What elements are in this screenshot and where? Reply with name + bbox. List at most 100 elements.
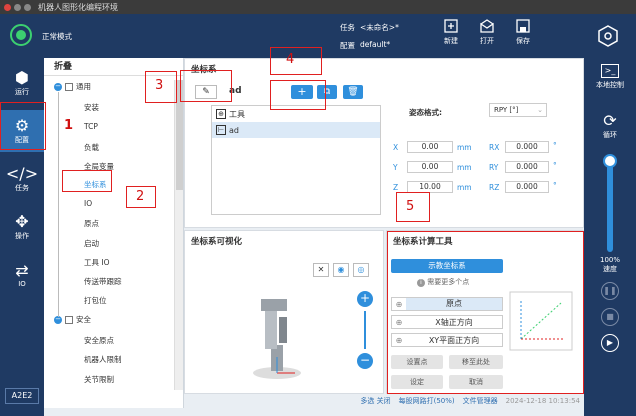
run-icon: ⬢	[15, 68, 29, 87]
frame-axis-icon: ⊢	[216, 125, 226, 135]
save-button[interactable]: 保存	[510, 18, 536, 54]
task-value: <未命名>*	[360, 23, 399, 32]
nav-task-label: 任务	[15, 184, 29, 192]
x-unit: mm	[457, 143, 472, 152]
annotation-number: 4	[286, 52, 295, 67]
rx-input[interactable]: 0.000	[505, 141, 549, 153]
y-input[interactable]: 0.00	[407, 161, 453, 173]
tree-item-robot-limit[interactable]: 机器人限制	[84, 354, 122, 365]
tree-item-pack[interactable]: 打包位	[84, 295, 107, 306]
tool-icon: ⊕	[216, 109, 226, 119]
tree-group-general-label: 通用	[76, 82, 91, 91]
visualization-title: 坐标系可视化	[191, 237, 243, 247]
loop-button[interactable]: ⟳ 循环	[584, 112, 636, 140]
zoom-in-button[interactable]: +	[357, 291, 373, 307]
tree-scrollbar[interactable]	[174, 80, 183, 390]
pose-format-select[interactable]: RPY [°] ⌄	[489, 103, 547, 117]
speed-slider[interactable]	[607, 156, 613, 252]
local-control-button[interactable]: >_ 本地控制	[584, 64, 636, 90]
tree-item-origin[interactable]: 原点	[84, 218, 99, 229]
ry-unit: °	[553, 161, 557, 170]
z-label: Z	[393, 183, 399, 192]
tree-item-payload[interactable]: 负载	[84, 142, 99, 153]
collapse-icon: −	[54, 81, 62, 91]
tree-group-safety[interactable]: − 安全	[54, 314, 91, 325]
nav-task[interactable]: </> 任务	[0, 158, 44, 200]
rz-input[interactable]: 0.000	[505, 181, 549, 193]
x-input[interactable]: 0.00	[407, 141, 453, 153]
speed-label: 速度	[603, 265, 617, 273]
speed-slider-handle[interactable]	[603, 154, 617, 168]
terminal-icon: >_	[601, 64, 619, 78]
nav-run-label: 运行	[15, 88, 29, 96]
rx-label: RX	[489, 143, 500, 152]
annotation-box-frame-item	[62, 170, 112, 192]
tree-item-io[interactable]: IO	[84, 199, 92, 208]
ry-input[interactable]: 0.000	[505, 161, 549, 173]
tool-view-icon: ✕	[317, 265, 325, 274]
mode-label: 正常模式	[42, 32, 72, 41]
tree-item-tool-io[interactable]: 工具 IO	[84, 257, 110, 268]
frame-list-item[interactable]: ⊢ ad	[212, 122, 380, 138]
tree-item-conveyor[interactable]: 传送带跟踪	[84, 276, 122, 287]
pose-format-value: RPY [°]	[494, 106, 519, 114]
minimize-window-icon[interactable]	[14, 3, 21, 11]
view-tool-button[interactable]: ✕	[313, 263, 329, 277]
save-button-label: 保存	[516, 37, 530, 45]
config-tree-panel: 折叠 − 通用 安装 TCP 负载 全局变量 坐标系 IO 原点 启动 工具 I…	[44, 58, 184, 408]
minus-icon: −	[359, 353, 371, 367]
nav-operate[interactable]: ✥ 操作	[0, 206, 44, 248]
tree-item-install[interactable]: 安装	[84, 102, 99, 113]
open-button-label: 打开	[480, 37, 494, 45]
open-button[interactable]: 打开	[474, 18, 500, 54]
close-window-icon[interactable]	[4, 3, 11, 11]
frame-list-item-label: 工具	[229, 109, 245, 119]
annotation-box-config	[0, 102, 46, 150]
tree-item-joint-limit[interactable]: 关节限制	[84, 374, 114, 385]
tree-item-safety-origin[interactable]: 安全原点	[84, 335, 114, 346]
frame-panel-title: 坐标系	[191, 65, 217, 75]
play-icon[interactable]: ▶	[601, 334, 619, 352]
pause-icon[interactable]: ❚❚	[601, 282, 619, 300]
status-info: 每股网路打(50%)	[398, 397, 455, 405]
tree-item-startup[interactable]: 启动	[84, 238, 99, 249]
nav-run[interactable]: ⬢ 运行	[0, 62, 44, 104]
maximize-window-icon[interactable]	[24, 3, 31, 11]
plus-icon: +	[359, 291, 371, 305]
frame-panel: 坐标系 ✎ ad + ⧉ 🗑 ⊕ 工具 ⊢ ad 姿态格式: RPY [°] ⌄…	[184, 58, 584, 228]
stop-icon[interactable]: ■	[601, 308, 619, 326]
annotation-number: 1	[64, 118, 74, 133]
annotation-box-calc	[387, 231, 584, 394]
ry-label: RY	[489, 163, 499, 172]
z-unit: mm	[457, 183, 472, 192]
pose-format-label: 姿态格式:	[409, 108, 442, 117]
zoom-out-button[interactable]: −	[357, 353, 373, 369]
window-titlebar: 机器人图形化编程环境	[0, 0, 636, 14]
new-button[interactable]: 新建	[438, 18, 464, 54]
window-title: 机器人图形化编程环境	[38, 2, 118, 12]
file-manager-link[interactable]: 文件管理器	[463, 396, 498, 406]
target-icon: ◎	[357, 265, 365, 274]
frame-list: ⊕ 工具 ⊢ ad	[211, 105, 381, 215]
open-folder-icon	[480, 19, 494, 33]
annotation-box-add	[270, 80, 326, 110]
tree-group-general[interactable]: − 通用	[54, 81, 91, 92]
tree-connector-line	[58, 92, 59, 317]
tree-item-tcp[interactable]: TCP	[84, 122, 98, 131]
y-label: Y	[393, 163, 398, 172]
loop-label: 循环	[603, 131, 617, 139]
annotation-number: 5	[406, 199, 415, 214]
speed-value: 100%	[599, 256, 620, 264]
local-control-label: 本地控制	[596, 81, 624, 89]
trash-icon: 🗑	[347, 87, 359, 97]
nav-operate-label: 操作	[15, 232, 29, 240]
view-target-button[interactable]: ◎	[353, 263, 369, 277]
nav-io[interactable]: ⇄ IO	[0, 254, 44, 296]
view-eye-button[interactable]: ◉	[333, 263, 349, 277]
rz-label: RZ	[489, 183, 500, 192]
multi-select-toggle[interactable]: 多选 关闭	[360, 396, 390, 406]
x-label: X	[393, 143, 399, 152]
zoom-slider-track[interactable]	[364, 311, 366, 349]
config-label: 配置	[340, 41, 355, 50]
delete-frame-button[interactable]: 🗑	[343, 85, 363, 99]
